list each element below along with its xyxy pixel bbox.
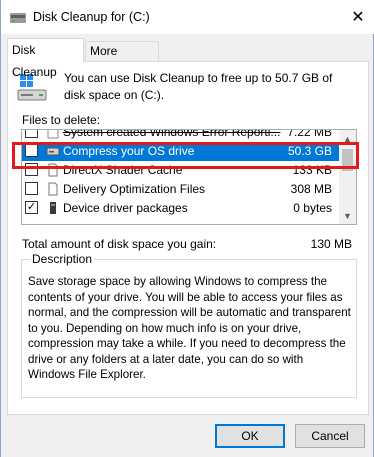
tab-more-options[interactable]: More Options	[85, 41, 159, 77]
ok-button-label: OK	[241, 429, 259, 443]
item-checkbox-checked[interactable]: ✓	[25, 201, 38, 214]
item-name: Compress your OS drive	[63, 144, 195, 158]
driver-package-icon	[50, 202, 56, 214]
window-title: Disk Cleanup for (C:)	[33, 10, 150, 24]
error-report-icon	[47, 130, 59, 139]
item-name: System created Windows Error Reporti...	[63, 129, 281, 139]
item-size: 133 KB	[292, 163, 332, 177]
list-item[interactable]: Delivery Optimization Files 308 MB	[22, 180, 340, 199]
item-size: 7.22 MB	[287, 129, 332, 139]
item-checkbox[interactable]	[25, 163, 38, 176]
list-item-selected[interactable]: Compress your OS drive 50.3 GB	[22, 142, 340, 161]
disk-cleanup-panel: You can use Disk Cleanup to free up to 5…	[7, 61, 369, 415]
description-group: Description Save storage space by allowi…	[21, 252, 357, 398]
scroll-down-icon[interactable]: ▼	[339, 207, 356, 224]
cancel-button[interactable]: Cancel	[295, 424, 365, 448]
item-checkbox[interactable]	[25, 182, 38, 195]
item-size: 50.3 GB	[287, 144, 332, 158]
files-to-delete-list[interactable]: System created Windows Error Reporti... …	[21, 129, 357, 225]
item-size: 0 bytes	[293, 201, 332, 215]
item-size: 308 MB	[290, 182, 332, 196]
disk-cleanup-app-icon	[10, 13, 26, 23]
files-to-delete-label: Files to delete:	[22, 113, 101, 127]
close-button[interactable]: ✕	[341, 0, 374, 34]
item-name: Delivery Optimization Files	[63, 182, 206, 196]
description-legend: Description	[30, 252, 95, 266]
disk-cleanup-window: Disk Cleanup for (C:) ✕ Disk Cleanup Mor…	[0, 0, 374, 457]
total-space-label: Total amount of disk space you gain:	[22, 237, 217, 251]
checkmark-icon: ✓	[26, 201, 37, 213]
total-space-value: 130 MB	[310, 237, 352, 251]
item-name: Device driver packages	[63, 201, 188, 215]
item-checkbox[interactable]	[25, 144, 38, 157]
file-icon	[48, 163, 58, 177]
file-icon	[48, 182, 58, 196]
ok-button[interactable]: OK	[215, 424, 285, 448]
tab-disk-cleanup[interactable]: Disk Cleanup	[7, 38, 84, 79]
item-checkbox[interactable]	[25, 130, 38, 138]
list-item[interactable]: ✓ Device driver packages 0 bytes	[22, 199, 340, 218]
intro-text: You can use Disk Cleanup to free up to 5…	[64, 71, 333, 102]
cancel-button-label: Cancel	[311, 429, 349, 443]
close-icon: ✕	[351, 9, 365, 26]
scroll-up-icon[interactable]: ▲	[339, 130, 356, 147]
list-scrollbar[interactable]: ▲ ▼	[339, 130, 356, 224]
scrollbar-thumb[interactable]	[342, 149, 353, 171]
compress-drive-icon	[46, 147, 60, 156]
description-text: Save storage space by allowing Windows t…	[28, 275, 351, 381]
list-item[interactable]: DirectX Shader Cache 133 KB	[22, 161, 340, 180]
item-name: DirectX Shader Cache	[63, 163, 183, 177]
list-item[interactable]: System created Windows Error Reporti... …	[22, 129, 340, 142]
title-bar: Disk Cleanup for (C:) ✕	[1, 0, 374, 34]
tab-label: Disk Cleanup	[12, 43, 57, 79]
